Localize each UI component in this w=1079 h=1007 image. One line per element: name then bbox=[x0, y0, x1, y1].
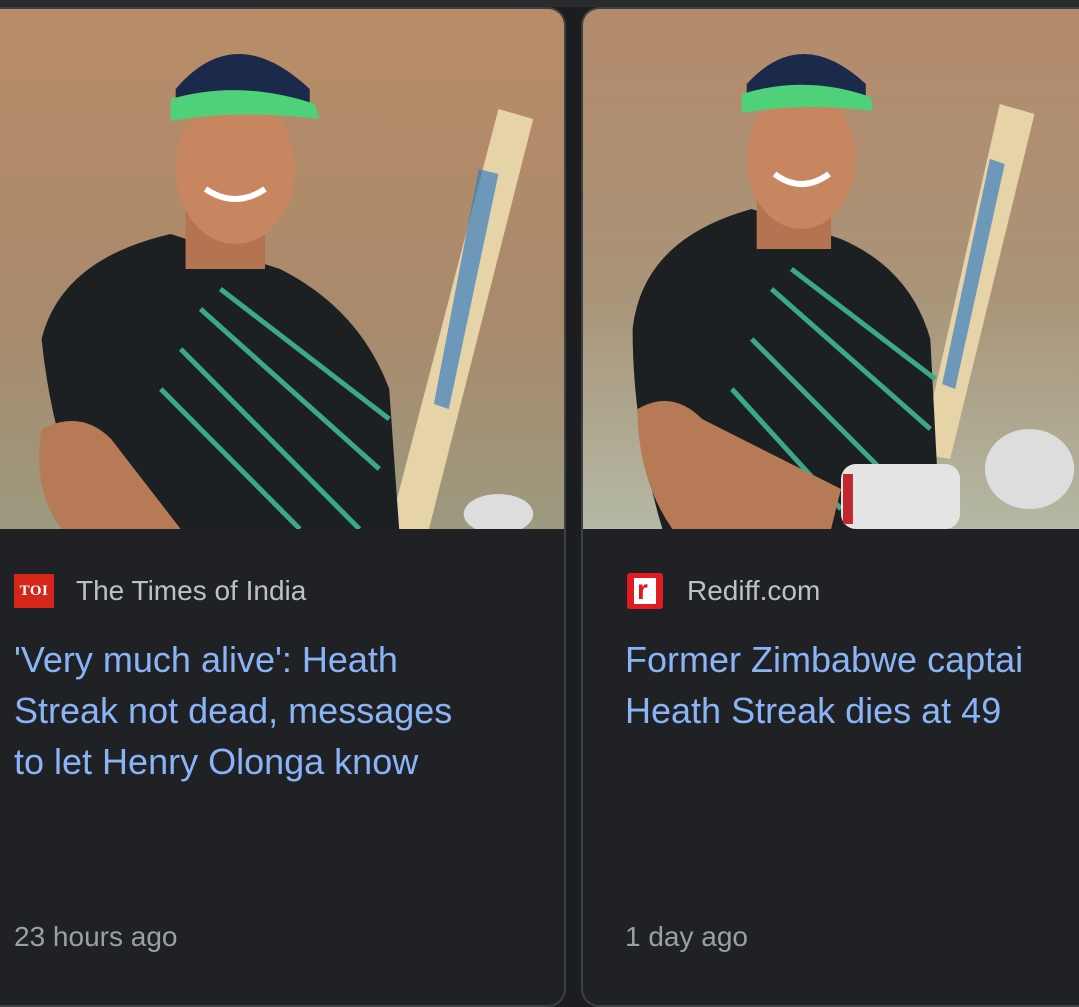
news-source: TOI The Times of India bbox=[14, 571, 306, 611]
news-thumbnail[interactable] bbox=[0, 9, 564, 529]
news-card[interactable]: TOI The Times of India 'Very much alive'… bbox=[0, 7, 566, 1007]
news-source: r Rediff.com bbox=[625, 571, 820, 611]
source-name: Rediff.com bbox=[687, 575, 821, 606]
news-headline[interactable]: Former Zimbabwe captai Heath Streak dies… bbox=[625, 634, 1023, 736]
news-headline[interactable]: 'Very much alive': Heath Streak not dead… bbox=[14, 634, 452, 787]
top-strip bbox=[0, 0, 1079, 7]
toi-logo-icon: TOI bbox=[14, 571, 54, 611]
source-name: The Times of India bbox=[76, 575, 307, 606]
news-thumbnail[interactable] bbox=[583, 9, 1079, 529]
news-card[interactable]: r Rediff.com Former Zimbabwe captai Heat… bbox=[581, 7, 1079, 1007]
publish-time: 1 day ago bbox=[625, 921, 748, 952]
rediff-logo-icon: r bbox=[625, 571, 665, 611]
publish-time: 23 hours ago bbox=[14, 921, 178, 952]
